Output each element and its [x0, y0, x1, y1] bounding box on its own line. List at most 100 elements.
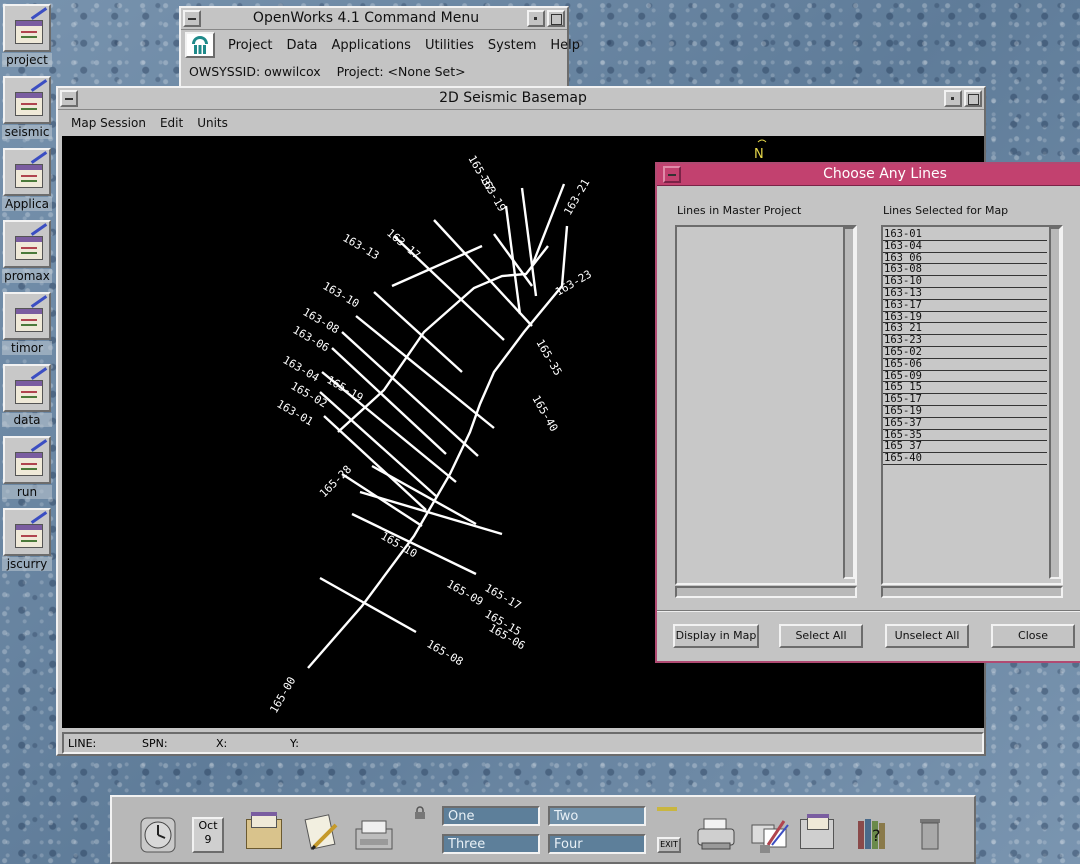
selected-line-item[interactable]: 163-04 [883, 240, 1047, 253]
menu-map-session[interactable]: Map Session [64, 116, 153, 130]
selected-line-item[interactable]: 165-06 [883, 358, 1047, 371]
north-arrow-icon [757, 139, 767, 143]
workspace-three-button[interactable]: Three [442, 834, 540, 854]
file-manager-icon[interactable] [246, 805, 294, 861]
help-manager-icon[interactable]: ? [854, 805, 902, 861]
desktop-icon-4[interactable]: promax [2, 220, 52, 290]
menu-units[interactable]: Units [190, 116, 235, 130]
line-label: 163-23 [553, 267, 594, 298]
selected-list-scrollbar[interactable] [1049, 227, 1061, 579]
seismic-line[interactable] [520, 187, 538, 297]
calendar-icon[interactable]: Oct 9 [192, 805, 240, 861]
line-label: 165-00 [267, 675, 298, 716]
desktop-icon-label: project [2, 53, 52, 67]
selected-lines-list[interactable]: 163-01 163-04 163 06 163-08 163-10 163-13 163-… [881, 225, 1063, 585]
application-window-icon [3, 508, 51, 556]
line-label: 165-40 [529, 393, 560, 434]
seismic-line[interactable] [530, 183, 566, 267]
style-manager-icon[interactable] [748, 805, 796, 861]
close-button[interactable]: Close [991, 624, 1075, 648]
seismic-line[interactable] [351, 512, 477, 576]
line-label: 163-13 [341, 231, 382, 262]
desktop-icon-5[interactable]: timor [2, 292, 52, 362]
display-in-map-button[interactable]: Display in Map [673, 624, 759, 648]
seismic-line[interactable] [504, 205, 522, 315]
desktop-icon-6[interactable]: data [2, 364, 52, 434]
command-menu-title: OpenWorks 4.1 Command Menu [252, 10, 480, 26]
selected-line-item[interactable]: 165-40 [883, 452, 1047, 465]
clock-icon[interactable] [138, 805, 186, 861]
basemap-title: 2D Seismic Basemap [439, 90, 587, 106]
master-list-scrollbar[interactable] [843, 227, 855, 579]
basemap-titlebar[interactable]: 2D Seismic Basemap [58, 88, 984, 110]
menu-applications[interactable]: Applications [325, 38, 418, 53]
line-label: 165-09 [445, 577, 486, 608]
menu-edit[interactable]: Edit [153, 116, 190, 130]
window-menu-button[interactable] [183, 10, 201, 27]
seismic-line[interactable] [319, 576, 417, 634]
menu-utilities[interactable]: Utilities [418, 38, 481, 53]
selected-line-item[interactable]: 163-13 [883, 287, 1047, 300]
master-list-hscroll[interactable] [675, 586, 857, 598]
selected-list-hscroll[interactable] [881, 586, 1063, 598]
busy-indicator-light [657, 807, 677, 811]
unselect-all-button[interactable]: Unselect All [885, 624, 969, 648]
desktop-icon-label: run [2, 485, 52, 499]
selected-line-item[interactable]: 163-17 [883, 299, 1047, 312]
mailer-icon[interactable] [352, 805, 400, 861]
choose-lines-titlebar[interactable]: Choose Any Lines [657, 164, 1080, 186]
window-menu-button[interactable] [663, 166, 681, 183]
text-editor-icon[interactable] [302, 805, 350, 861]
lock-icon[interactable] [414, 805, 426, 819]
line-label: 163-10 [321, 279, 362, 310]
minimize-button[interactable] [944, 90, 962, 107]
seismic-line[interactable] [337, 245, 549, 433]
trash-can-icon[interactable] [912, 805, 960, 861]
openworks-logo-icon [185, 32, 215, 58]
desktop-icon-8[interactable]: jscurry [2, 508, 52, 578]
seismic-line[interactable] [355, 315, 495, 429]
workspace-one-button[interactable]: One [442, 806, 540, 826]
choose-lines-dialog: Choose Any Lines Lines in Master Project… [655, 162, 1080, 663]
selected-line-item[interactable]: 165-19 [883, 405, 1047, 418]
workspace-four-button[interactable]: Four [548, 834, 646, 854]
menu-system[interactable]: System [481, 38, 543, 53]
desktop-icon-3[interactable]: Applica [2, 148, 52, 218]
maximize-button[interactable] [964, 90, 982, 107]
line-label: 165-08 [425, 637, 466, 668]
minimize-button[interactable] [527, 10, 545, 27]
desktop-icon-1[interactable]: project [2, 4, 52, 74]
selected-line-item[interactable]: 165-37 [883, 417, 1047, 430]
menu-data[interactable]: Data [279, 38, 324, 53]
window-menu-button[interactable] [60, 90, 78, 107]
exit-button[interactable]: EXIT [657, 837, 681, 853]
seismic-line[interactable] [371, 464, 477, 526]
application-window-icon [3, 364, 51, 412]
readout-x: X: [216, 736, 228, 750]
application-window-icon [3, 76, 51, 124]
printer-icon[interactable] [694, 805, 742, 861]
desktop-icon-2[interactable]: seismic [2, 76, 52, 146]
menu-help[interactable]: Help [543, 38, 587, 53]
desktop-icon-7[interactable]: run [2, 436, 52, 506]
calendar-month: Oct [198, 819, 218, 832]
seismic-line[interactable] [341, 472, 423, 528]
workspace-two-button[interactable]: Two [548, 806, 646, 826]
menu-project[interactable]: Project [221, 38, 279, 53]
desktop-icon-label: timor [2, 341, 52, 355]
readout-y: Y: [290, 736, 299, 750]
master-lines-list[interactable] [675, 225, 857, 585]
selected-line-item[interactable]: 165-02 [883, 346, 1047, 359]
maximize-button[interactable] [547, 10, 565, 27]
select-all-button[interactable]: Select All [779, 624, 863, 648]
cursor-readout-bar: LINE: SPN: X: Y: [62, 732, 984, 754]
selected-lines-label: Lines Selected for Map [883, 204, 1009, 217]
desktop-icon-label: promax [2, 269, 52, 283]
application-manager-icon[interactable] [800, 805, 848, 861]
line-label: 165-37 [465, 153, 496, 194]
application-window-icon [3, 220, 51, 268]
svg-text:?: ? [872, 826, 881, 845]
command-menu-titlebar[interactable]: OpenWorks 4.1 Command Menu [181, 8, 567, 30]
seismic-line[interactable] [373, 291, 463, 373]
front-panel: Oct 9 One Two Three Four EXIT ? [110, 795, 976, 864]
